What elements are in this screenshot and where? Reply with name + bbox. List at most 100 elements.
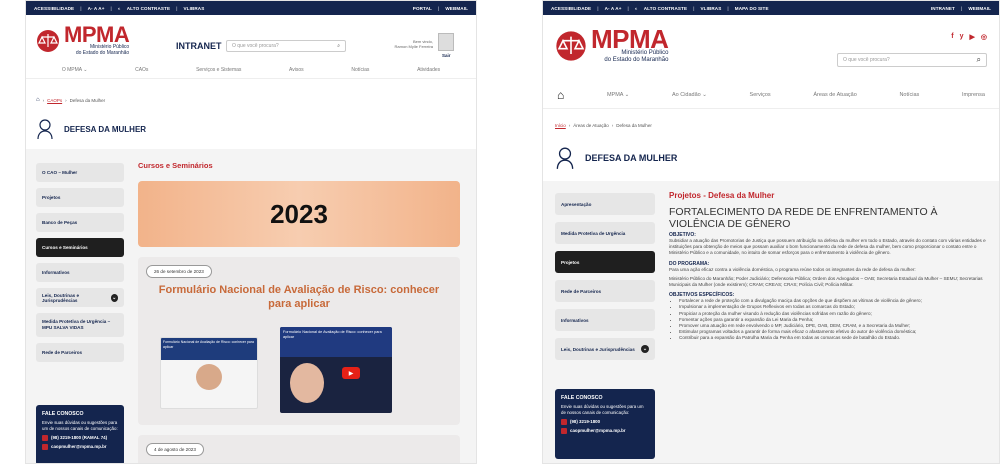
search-input[interactable]: O que você procura? ⌕ xyxy=(226,40,346,52)
chevron-down-icon[interactable]: ⌄ xyxy=(641,345,649,353)
sidebar-item-leis[interactable]: Leis, Doutrinas e Jurisprudências ⌄ xyxy=(36,288,124,307)
webmail-link[interactable]: WEBMAIL xyxy=(445,6,468,11)
logout-link[interactable]: Sair xyxy=(442,53,451,58)
post-title[interactable]: Formulário Nacional de Avaliação de Risc… xyxy=(158,283,440,311)
post-date-2: 4 de agosto de 2023 xyxy=(146,443,204,456)
contact-box: FALE CONOSCO Envie suas dúvidas ou suges… xyxy=(36,405,124,463)
search-icon[interactable]: ⌕ xyxy=(977,55,981,65)
mpma-logo[interactable]: MPMA Ministério Público do Estado do Mar… xyxy=(36,24,130,56)
home-icon[interactable]: ⌂ xyxy=(557,88,564,102)
nav-item-caos[interactable]: CAOs xyxy=(135,67,148,73)
instagram-icon[interactable]: ◎ xyxy=(981,33,987,41)
post-card-1[interactable]: 26 de setembro de 2023 Formulário Nacion… xyxy=(138,257,460,425)
webmail-link[interactable]: WEBMAIL xyxy=(968,6,991,11)
sidebar-item-informativos[interactable]: Informativos xyxy=(36,263,124,282)
post-thumbnail-1[interactable]: Formulário Nacional de Avaliação de Risc… xyxy=(160,337,258,409)
font-size-controls[interactable]: A- A A+ xyxy=(88,6,105,11)
search-input[interactable]: O que você procura? ⌕ xyxy=(837,53,987,67)
scales-of-justice-icon xyxy=(556,31,586,61)
intranet-link[interactable]: INTRANET xyxy=(931,6,955,11)
contact-box: FALE CONOSCO Envie suas dúvidas ou suges… xyxy=(555,389,655,459)
nav-item-areas[interactable]: Áreas de Atuação xyxy=(813,92,856,98)
section-title: Projetos - Defesa da Mulher xyxy=(669,191,775,200)
nav-item-mpma[interactable]: O MPMA ⌄ xyxy=(62,67,88,73)
contact-title: FALE CONOSCO xyxy=(42,411,84,417)
nav-item-noticias[interactable]: Notícias xyxy=(351,67,369,73)
twitter-icon[interactable]: y xyxy=(960,33,964,41)
nav-item-servicos[interactable]: Serviços e Sistemas xyxy=(196,67,241,73)
sidebar-item-banco-pecas[interactable]: Banco de Peças xyxy=(36,213,124,232)
contact-phone[interactable]: (98) 3219-1800 xyxy=(570,419,600,425)
banner-year: 2023 xyxy=(270,198,328,229)
sidebar-item-cursos[interactable]: Cursos e Seminários xyxy=(36,238,124,257)
contact-email[interactable]: caopmulher@mpma.mp.br xyxy=(570,428,626,434)
accessibility-link[interactable]: ACESSIBILIDADE xyxy=(34,6,74,11)
nav-item-servicos[interactable]: Serviços xyxy=(750,92,771,98)
thumb-1-text: Formulário Nacional de Avaliação de Risc… xyxy=(161,338,257,360)
contact-email[interactable]: caopmulher@mpma.mp.br xyxy=(51,444,107,450)
logo-line-2: do Estado do Maranhão xyxy=(604,57,669,63)
breadcrumb: ⌂ › CAOPs › Defesa da Mulher xyxy=(36,97,106,103)
nav-item-imprensa[interactable]: Imprensa xyxy=(962,92,985,98)
search-placeholder: O que você procura? xyxy=(232,43,279,49)
sidebar-item-projetos[interactable]: Projetos xyxy=(36,188,124,207)
contrast-icon: ◐ xyxy=(634,5,638,11)
user-box: Bem vindo, Ramon Mylle Ferreira xyxy=(391,39,433,49)
section-title: Cursos e Seminários xyxy=(138,161,213,170)
facebook-icon[interactable]: f xyxy=(951,33,953,41)
sidebar-item-leis[interactable]: Leis, Doutrinas e Jurisprudências ⌄ xyxy=(555,338,655,360)
breadcrumb-areas[interactable]: Áreas de Atuação xyxy=(573,123,609,128)
breadcrumb-inicio[interactable]: Início xyxy=(555,123,566,128)
nav-item-mpma[interactable]: MPMA ⌄ xyxy=(607,92,629,98)
top-utility-bar: ACESSIBILIDADE | A- A A+ | ◐ ALTO CONTRA… xyxy=(26,1,476,15)
woman-icon xyxy=(556,147,574,169)
nav-item-atividades[interactable]: Atividades xyxy=(417,67,440,73)
user-avatar-icon[interactable] xyxy=(438,33,454,51)
sidebar-item-mpu[interactable]: Medida Protetiva de Urgência xyxy=(555,222,655,244)
user-name: Ramon Mylle Ferreira xyxy=(394,44,433,49)
breadcrumb: Início › Áreas de Atuação › Defesa da Mu… xyxy=(555,123,652,128)
search-placeholder: O que você procura? xyxy=(843,57,890,63)
sidebar-item-rede[interactable]: Rede de Parceiros xyxy=(555,280,655,302)
youtube-icon[interactable]: ▶ xyxy=(970,33,975,41)
sidebar-item-rede[interactable]: Rede de Parceiros xyxy=(36,343,124,362)
vlibras-link[interactable]: VLIBRAS xyxy=(701,6,722,11)
play-icon[interactable]: ▶ xyxy=(342,367,360,379)
home-icon[interactable]: ⌂ xyxy=(36,97,40,103)
thumb-1-photo xyxy=(196,364,222,390)
sidebar: O CAO – Mulher Projetos Banco de Peças C… xyxy=(36,163,124,362)
high-contrast-link[interactable]: ALTO CONTRASTE xyxy=(644,6,687,11)
contact-phone[interactable]: (98) 3219-1800 (RAMAL 74) xyxy=(51,435,107,441)
portal-link[interactable]: PORTAL xyxy=(413,6,432,11)
sitemap-link[interactable]: MAPA DO SITE xyxy=(735,6,769,11)
post-date: 26 de setembro de 2023 xyxy=(146,265,212,278)
font-size-controls[interactable]: A- A A+ xyxy=(605,6,622,11)
vlibras-link[interactable]: VLIBRAS xyxy=(184,6,205,11)
sidebar-item-cao-mulher[interactable]: O CAO – Mulher xyxy=(36,163,124,182)
high-contrast-link[interactable]: ALTO CONTRASTE xyxy=(127,6,170,11)
integrantes-text: Ministério Público do Maranhão; Poder Ju… xyxy=(669,275,983,288)
sidebar-item-projetos[interactable]: Projetos xyxy=(555,251,655,273)
year-banner[interactable]: 2023 xyxy=(138,181,460,247)
video-thumb-photo xyxy=(290,363,324,403)
article-title: FORTALECIMENTO DA REDE DE ENFRENTAMENTO … xyxy=(669,206,938,230)
chevron-down-icon[interactable]: ⌄ xyxy=(110,293,118,302)
video-thumbnail[interactable]: Formulário Nacional de Avaliação de Risc… xyxy=(280,327,392,413)
whatsapp-icon xyxy=(42,435,48,441)
top-utility-bar: ACESSIBILIDADE | A- A A+ | ◐ ALTO CONTRA… xyxy=(543,1,999,15)
social-links: f y ▶ ◎ xyxy=(951,33,987,41)
nav-item-noticias[interactable]: Notícias xyxy=(899,92,919,98)
sidebar-item-apresentacao[interactable]: Apresentação xyxy=(555,193,655,215)
sidebar-item-mpu[interactable]: Medida Protetiva de Urgência – MPU SALVA… xyxy=(36,313,124,337)
accessibility-link[interactable]: ACESSIBILIDADE xyxy=(551,6,591,11)
contact-text: Envie suas dúvidas ou sugestões para um … xyxy=(42,420,118,431)
mpma-logo[interactable]: MPMA Ministério Público do Estado do Mar… xyxy=(555,26,669,64)
header: MPMA Ministério Público do Estado do Mar… xyxy=(543,15,999,81)
nav-item-avisos[interactable]: Avisos xyxy=(289,67,304,73)
search-icon[interactable]: ⌕ xyxy=(337,43,340,49)
sidebar-item-informativos[interactable]: Informativos xyxy=(555,309,655,331)
post-card-2[interactable]: 4 de agosto de 2023 xyxy=(138,435,460,463)
main-nav: ⌂ MPMA ⌄ Ao Cidadão ⌄ Serviços Áreas de … xyxy=(543,81,999,109)
nav-item-cidadao[interactable]: Ao Cidadão ⌄ xyxy=(672,92,707,98)
breadcrumb-caops[interactable]: CAOPs xyxy=(47,98,62,103)
